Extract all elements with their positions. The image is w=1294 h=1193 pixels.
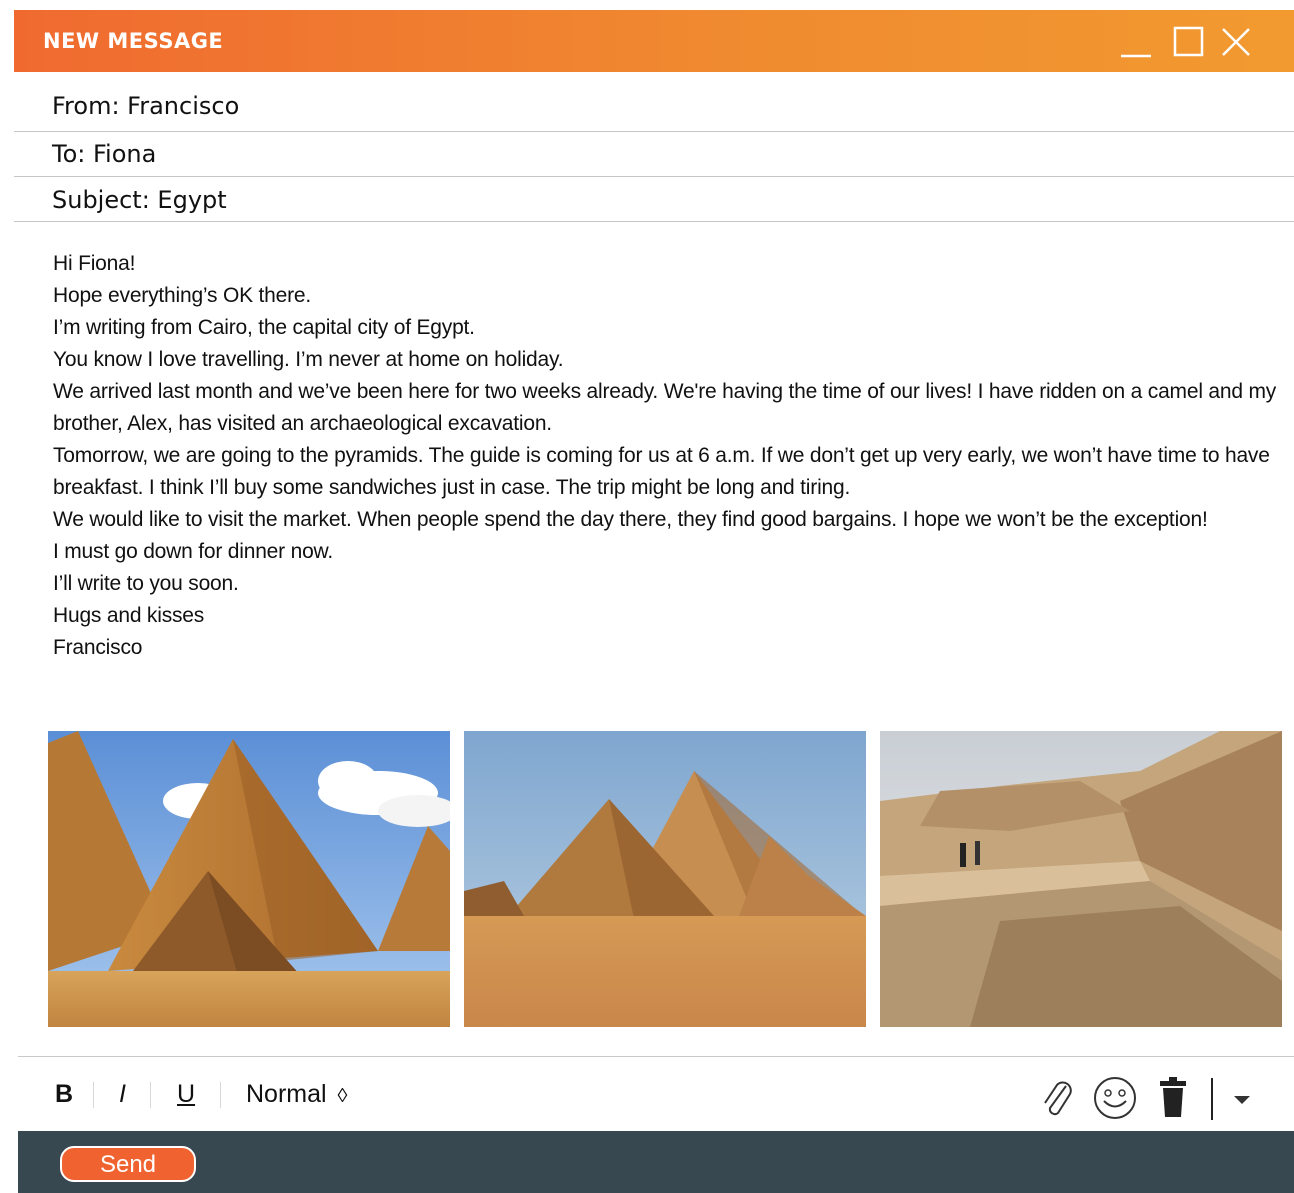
valley-excavation-photo-art [880, 731, 1282, 1027]
formatting-toolbar: B I U Normal ◊ [18, 1058, 1294, 1131]
toolbar-separator [220, 1082, 221, 1108]
smiley-icon[interactable] [1093, 1076, 1137, 1120]
from-value: From: Francisco [52, 92, 240, 120]
body-line: We would like to visit the market. When … [53, 508, 1208, 531]
body-line: Tomorrow, we are going to the pyramids. … [53, 444, 1270, 499]
pyramids-desert-photo[interactable] [464, 731, 866, 1027]
compose-footer: Send [18, 1131, 1294, 1193]
toolbar-separator [150, 1082, 151, 1108]
paperclip-icon[interactable] [1040, 1078, 1076, 1118]
from-field[interactable]: From: Francisco [14, 72, 1294, 132]
to-value: To: Fiona [52, 140, 157, 168]
updown-arrows-icon: ◊ [337, 1085, 348, 1107]
maximize-icon[interactable] [1169, 22, 1207, 60]
pyramids-desert-photo-art [464, 731, 866, 1027]
close-icon[interactable] [1216, 22, 1254, 60]
body-line: Hi Fiona! [53, 252, 136, 275]
body-line: Francisco [53, 636, 143, 659]
body-line: I’m writing from Cairo, the capital city… [53, 316, 475, 339]
subject-field[interactable]: Subject: Egypt [14, 177, 1294, 222]
to-field[interactable]: To: Fiona [14, 132, 1294, 177]
underline-button[interactable]: U [177, 1080, 195, 1109]
subject-value: Subject: Egypt [52, 186, 227, 214]
text-format-value: Normal [246, 1080, 327, 1108]
pyramids-photo-art [48, 731, 450, 1027]
body-line: Hope everything’s OK there. [53, 284, 312, 307]
toolbar-divider [18, 1056, 1294, 1057]
pyramids-photo[interactable] [48, 731, 450, 1027]
body-line: I’ll write to you soon. [53, 572, 239, 595]
send-button[interactable]: Send [60, 1146, 196, 1182]
bold-button[interactable]: B [55, 1080, 73, 1109]
trash-icon[interactable] [1158, 1076, 1188, 1118]
toolbar-separator [93, 1082, 94, 1108]
body-line: Hugs and kisses [53, 604, 205, 627]
window-titlebar: NEW MESSAGE [14, 10, 1294, 72]
body-line: I must go down for dinner now. [53, 540, 333, 563]
italic-button[interactable]: I [119, 1080, 126, 1109]
message-body[interactable]: Hi Fiona! Hope everything’s OK there. I’… [53, 248, 1285, 664]
minimize-icon[interactable] [1114, 22, 1152, 60]
body-line: We arrived last month and we’ve been her… [53, 380, 1277, 435]
valley-excavation-photo[interactable] [880, 731, 1282, 1027]
window-title: NEW MESSAGE [43, 29, 224, 53]
toolbar-separator [1211, 1078, 1213, 1120]
more-chevron-icon[interactable] [1233, 1094, 1251, 1106]
body-line: You know I love travelling. I’m never at… [53, 348, 564, 371]
text-format-select[interactable]: Normal ◊ [246, 1080, 347, 1109]
